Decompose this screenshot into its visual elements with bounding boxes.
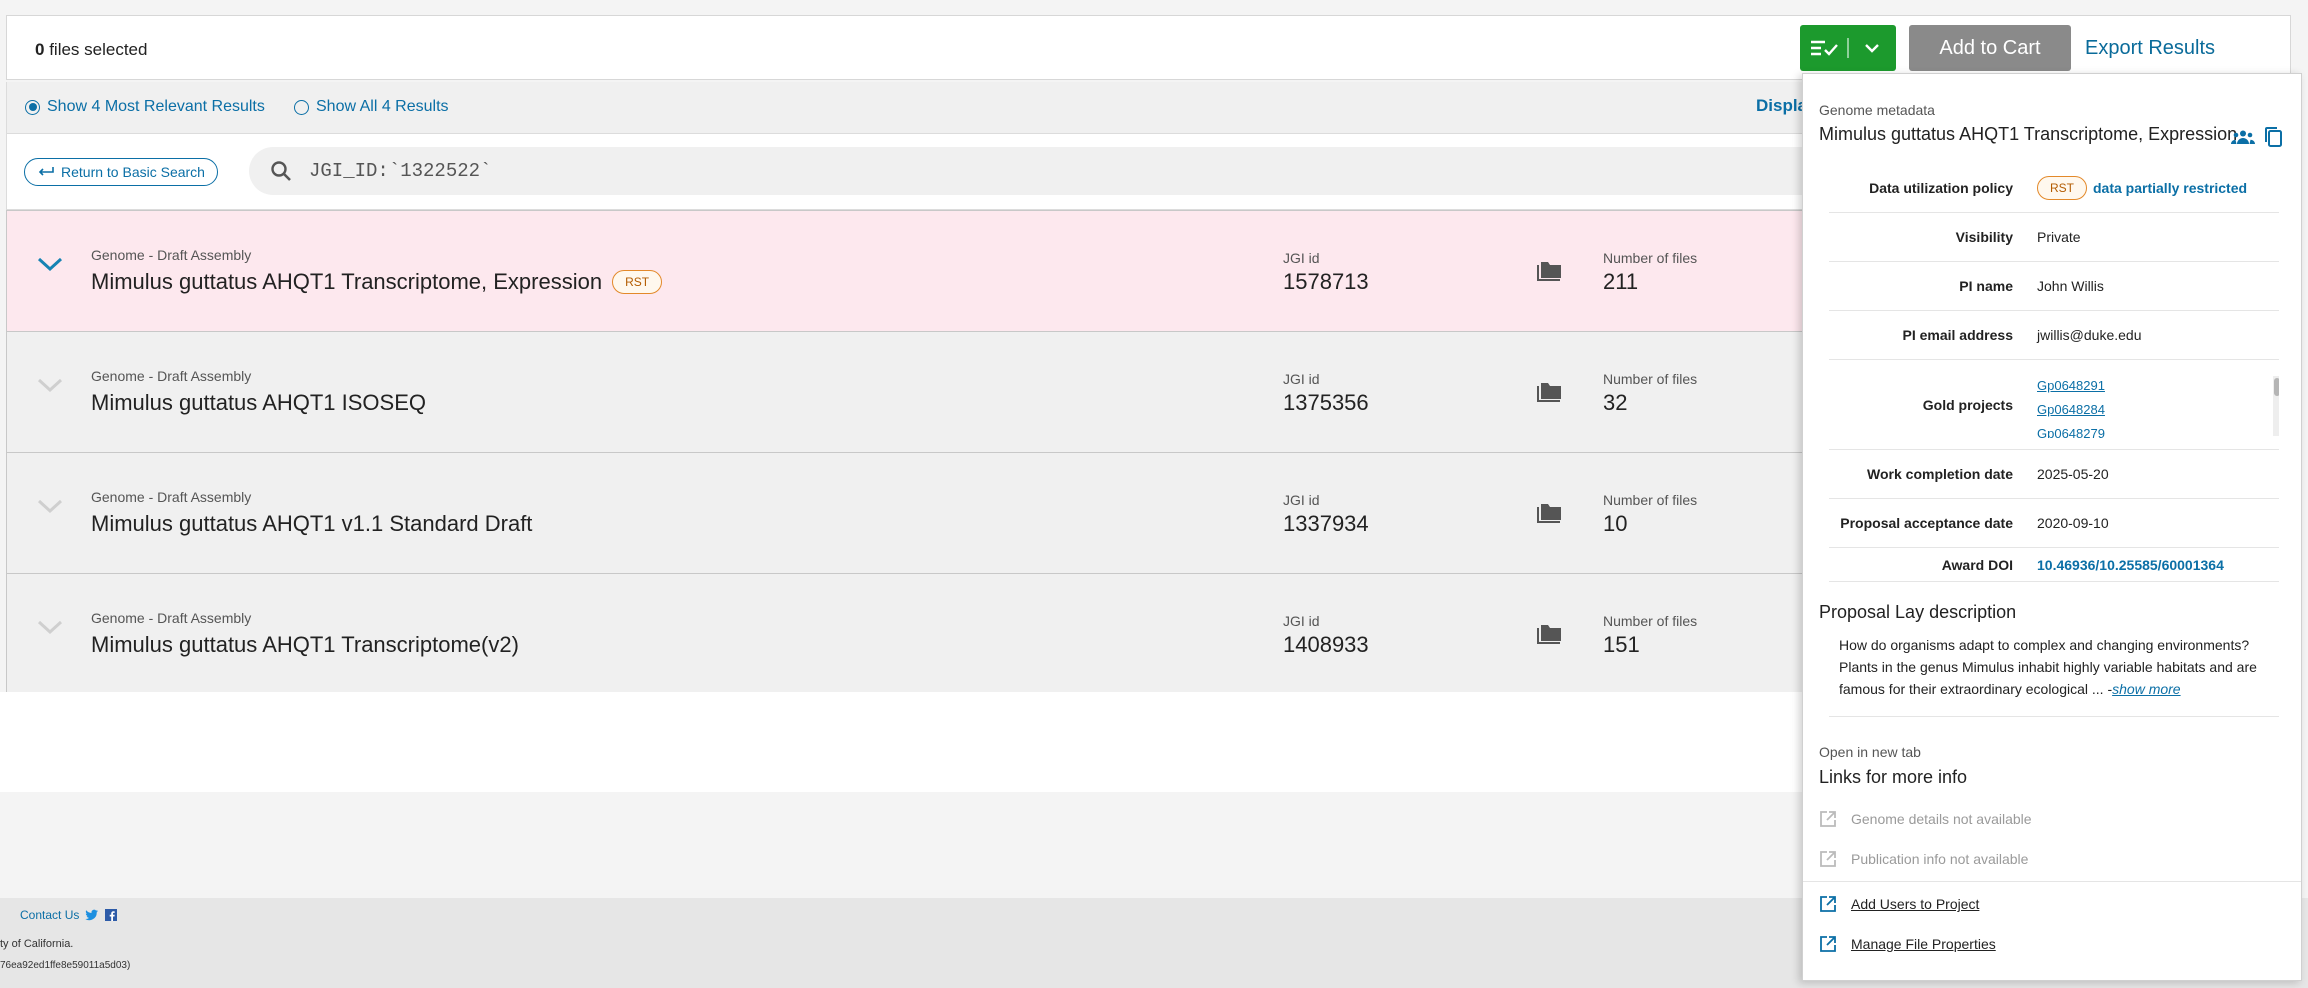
meta-row-visibility: Visibility Private bbox=[1829, 213, 2279, 262]
search-query: JGI_ID:`1322522` bbox=[309, 160, 492, 182]
rst-badge: RST bbox=[2037, 176, 2087, 200]
search-icon bbox=[271, 161, 291, 181]
file-count-value: 32 bbox=[1603, 390, 1628, 415]
facebook-icon[interactable] bbox=[105, 909, 118, 921]
file-count-label: Number of files bbox=[1603, 492, 1698, 508]
gold-projects-scrollbar[interactable] bbox=[2273, 375, 2279, 436]
selection-toolbar: 0 files selected Add to Cart Export Resu… bbox=[6, 15, 2291, 80]
chevron-down-icon[interactable] bbox=[37, 256, 63, 272]
meta-row-pi-email: PI email address jwillis@duke.edu bbox=[1829, 311, 2279, 360]
panel-subtitle: Genome metadata bbox=[1819, 102, 1935, 118]
jgi-id-value: 1337934 bbox=[1283, 511, 1369, 536]
select-check-icon[interactable] bbox=[1800, 25, 1847, 71]
jgi-id-value: 1375356 bbox=[1283, 390, 1369, 415]
metadata-table: Data utilization policy RST data partiall… bbox=[1829, 164, 2279, 582]
file-count-label: Number of files bbox=[1603, 250, 1698, 266]
jgi-id-label: JGI id bbox=[1283, 250, 1320, 266]
result-kind: Genome - Draft Assembly bbox=[91, 247, 252, 263]
chevron-down-icon[interactable] bbox=[37, 619, 63, 635]
meta-row-award-doi: Award DOI 10.46936/10.25585/60001364 bbox=[1829, 548, 2279, 582]
panel-title: Mimulus guttatus AHQT1 Transcriptome, Ex… bbox=[1819, 124, 2238, 144]
jgi-id-label: JGI id bbox=[1283, 613, 1320, 629]
gold-project-link[interactable]: Gp0648284 bbox=[2037, 398, 2279, 422]
folder-icon bbox=[1537, 262, 1561, 281]
show-more-link[interactable]: show more bbox=[2112, 681, 2180, 697]
jgi-id-value: 1408933 bbox=[1283, 632, 1369, 657]
copyright-text: ty of California. bbox=[0, 938, 74, 950]
external-link-icon bbox=[1820, 851, 1836, 867]
panel-actions bbox=[2231, 126, 2283, 148]
radio-show-all[interactable]: Show All 4 Results bbox=[294, 98, 449, 116]
links-heading: Links for more info bbox=[1819, 767, 1968, 787]
data-policy-value[interactable]: data partially restricted bbox=[2093, 180, 2247, 196]
folder-icon bbox=[1537, 625, 1561, 644]
result-title[interactable]: Mimulus guttatus AHQT1 Transcriptome(v2) bbox=[91, 632, 519, 658]
build-hash-text: 76ea92ed1ffe8e59011a5d03) bbox=[0, 960, 131, 971]
bulk-select-button[interactable] bbox=[1800, 25, 1896, 71]
result-title[interactable]: Mimulus guttatus AHQT1 Transcriptome, Ex… bbox=[91, 269, 663, 295]
result-kind: Genome - Draft Assembly bbox=[91, 610, 252, 626]
add-to-cart-button[interactable]: Add to Cart bbox=[1909, 25, 2071, 71]
meta-row-gold-projects: Gold projects Gp0648291 Gp0648284 Gp0648… bbox=[1829, 360, 2279, 450]
file-count-label: Number of files bbox=[1603, 613, 1698, 629]
file-count-value: 10 bbox=[1603, 511, 1628, 536]
lay-description-text: How do organisms adapt to complex and ch… bbox=[1839, 637, 2257, 697]
add-users-to-project-link[interactable]: Add Users to Project bbox=[1819, 895, 1979, 913]
folder-icon bbox=[1537, 504, 1561, 523]
gold-project-link[interactable]: Gp0648279 bbox=[2037, 422, 2279, 438]
twitter-icon[interactable] bbox=[85, 909, 99, 921]
return-arrow-icon bbox=[38, 167, 54, 176]
chevron-down-icon[interactable] bbox=[37, 377, 63, 393]
genome-metadata-panel: Genome metadata Mimulus guttatus AHQT1 T… bbox=[1802, 73, 2302, 981]
external-link-icon bbox=[1820, 811, 1836, 827]
folder-icon bbox=[1537, 383, 1561, 402]
selected-files-count: 0 files selected bbox=[35, 40, 148, 59]
gold-project-link[interactable]: Gp0648291 bbox=[2037, 374, 2279, 398]
result-kind: Genome - Draft Assembly bbox=[91, 368, 252, 384]
jgi-id-value: 1578713 bbox=[1283, 269, 1369, 294]
rst-badge: RST bbox=[612, 270, 663, 294]
radio-most-relevant[interactable]: Show 4 Most Relevant Results bbox=[25, 98, 265, 116]
search-input[interactable]: JGI_ID:`1322522` bbox=[249, 147, 1849, 195]
contact-us-link[interactable]: Contact Us bbox=[20, 908, 118, 922]
jgi-id-label: JGI id bbox=[1283, 492, 1320, 508]
chevron-down-icon[interactable] bbox=[37, 498, 63, 514]
manage-file-properties-link[interactable]: Manage File Properties bbox=[1819, 935, 1996, 953]
file-count-label: Number of files bbox=[1603, 371, 1698, 387]
file-count-value: 211 bbox=[1603, 269, 1639, 294]
return-to-basic-search-button[interactable]: Return to Basic Search bbox=[24, 158, 218, 186]
copy-icon[interactable] bbox=[2263, 126, 2283, 148]
open-in-new-tab-label: Open in new tab bbox=[1819, 744, 1921, 760]
result-kind: Genome - Draft Assembly bbox=[91, 489, 252, 505]
meta-row-acceptance-date: Proposal acceptance date 2020-09-10 bbox=[1829, 499, 2279, 548]
external-link-icon bbox=[1820, 896, 1836, 912]
external-link-icon bbox=[1820, 936, 1836, 952]
meta-row-pi-name: PI name John Willis bbox=[1829, 262, 2279, 311]
result-title[interactable]: Mimulus guttatus AHQT1 ISOSEQ bbox=[91, 390, 426, 416]
lay-description-heading: Proposal Lay description bbox=[1819, 602, 2017, 622]
export-results-button[interactable]: Export Results bbox=[2085, 25, 2215, 71]
result-title[interactable]: Mimulus guttatus AHQT1 v1.1 Standard Dra… bbox=[91, 511, 532, 537]
genome-details-link: Genome details not available bbox=[1819, 810, 2032, 828]
award-doi-link[interactable]: 10.46936/10.25585/60001364 bbox=[2037, 557, 2279, 573]
empty-content-area bbox=[0, 692, 1802, 792]
chevron-down-icon[interactable] bbox=[1849, 25, 1896, 71]
meta-row-completion-date: Work completion date 2025-05-20 bbox=[1829, 450, 2279, 499]
publication-info-link: Publication info not available bbox=[1819, 850, 2028, 868]
users-icon[interactable] bbox=[2231, 129, 2255, 145]
file-count-value: 151 bbox=[1603, 632, 1640, 657]
meta-row-data-policy: Data utilization policy RST data partiall… bbox=[1829, 164, 2279, 213]
jgi-id-label: JGI id bbox=[1283, 371, 1320, 387]
display-options-link[interactable]: Displa bbox=[1756, 96, 1807, 116]
gold-projects-list[interactable]: Gp0648291 Gp0648284 Gp0648279 bbox=[2037, 372, 2279, 438]
